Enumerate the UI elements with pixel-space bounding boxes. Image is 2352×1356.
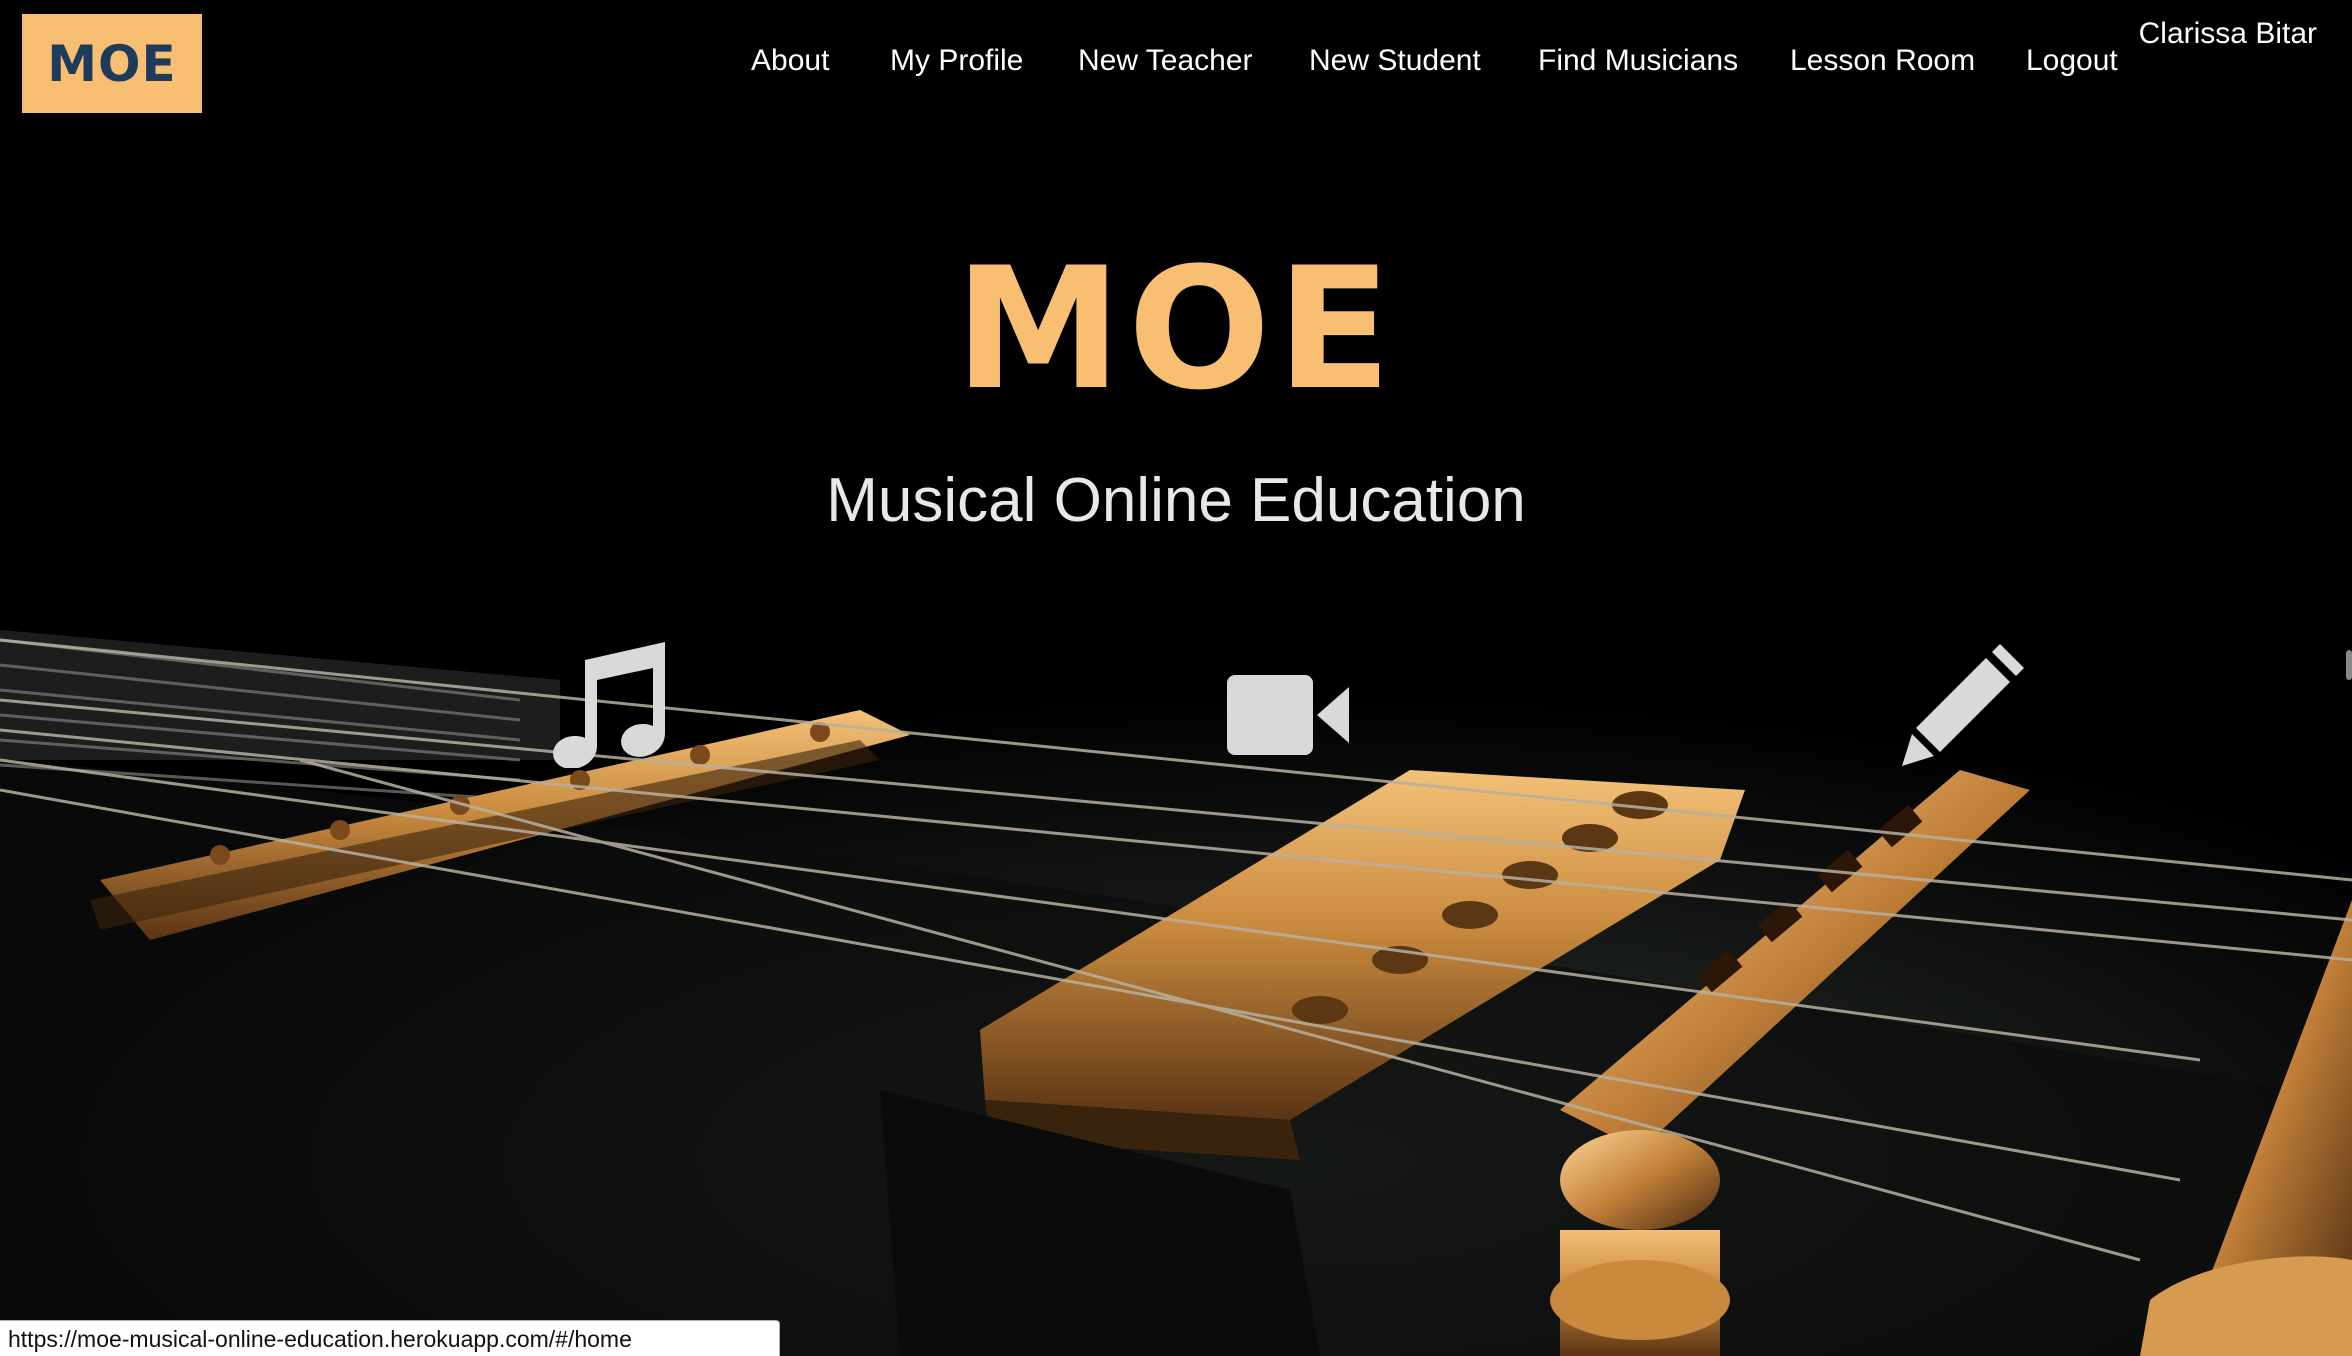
- home-page: MOE About My Profile New Teacher New Stu…: [0, 0, 2352, 1356]
- nav-lesson-room-link[interactable]: Lesson Room: [1790, 44, 1975, 78]
- nav-find-musicians-link[interactable]: Find Musicians: [1538, 44, 1738, 78]
- video-camera-icon[interactable]: [1225, 650, 1355, 780]
- music-note-icon[interactable]: [545, 638, 675, 768]
- user-name-label: Clarissa Bitar: [2138, 17, 2317, 50]
- nav-logout-link[interactable]: Logout: [2026, 44, 2118, 78]
- pencil-icon[interactable]: [1900, 638, 2030, 768]
- hero-subtitle: Musical Online Education: [826, 466, 1526, 535]
- scrollbar-thumb[interactable]: [2346, 650, 2352, 680]
- hero-title: MOE: [954, 231, 1398, 427]
- nav-about-link[interactable]: About: [751, 44, 829, 78]
- main-nav: About My Profile New Teacher New Student…: [0, 44, 2352, 84]
- nav-new-student-link[interactable]: New Student: [1309, 44, 1481, 78]
- nav-my-profile-link[interactable]: My Profile: [890, 44, 1023, 78]
- nav-new-teacher-link[interactable]: New Teacher: [1078, 44, 1253, 78]
- browser-status-bar: https://moe-musical-online-education.her…: [0, 1320, 780, 1356]
